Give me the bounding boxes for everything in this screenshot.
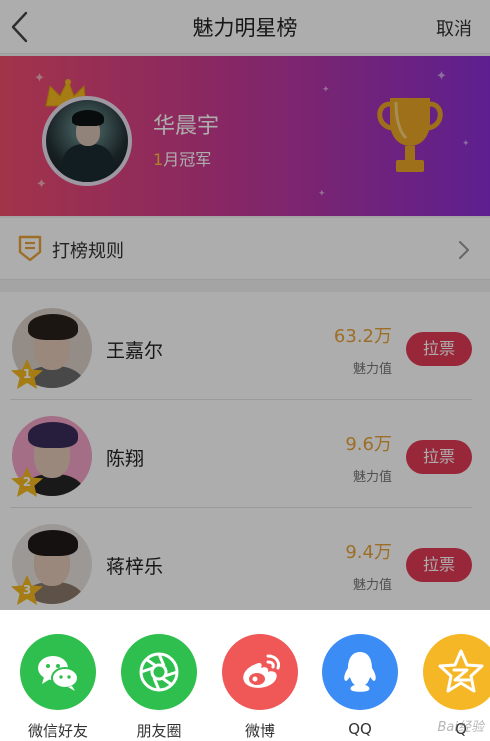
share-wechat-button[interactable]: 微信好友 — [20, 634, 96, 740]
share-label: 朋友圈 — [136, 722, 182, 740]
share-icon-circle — [423, 634, 490, 710]
share-qq-button[interactable]: QQ — [322, 634, 398, 738]
share-icon-circle — [121, 634, 197, 710]
share-icon-circle — [20, 634, 96, 710]
share-icon-circle — [322, 634, 398, 710]
moments-icon — [139, 652, 179, 692]
share-sheet: 微信好友 朋友圈 微博 QQ Q Bai经验 — [0, 610, 490, 741]
modal-backdrop[interactable] — [0, 0, 490, 610]
share-qzone-button[interactable]: Q — [423, 634, 490, 738]
share-label: QQ — [348, 720, 372, 738]
share-icon-circle — [222, 634, 298, 710]
share-weibo-button[interactable]: 微博 — [222, 634, 298, 740]
wechat-icon — [38, 656, 79, 691]
qzone-icon — [438, 649, 484, 693]
share-moments-button[interactable]: 朋友圈 — [121, 634, 197, 740]
share-label: 微信好友 — [27, 722, 88, 740]
watermark: Bai经验 — [437, 720, 485, 735]
qq-icon — [344, 652, 376, 692]
share-label: 微博 — [244, 722, 275, 740]
weibo-icon — [243, 654, 280, 688]
